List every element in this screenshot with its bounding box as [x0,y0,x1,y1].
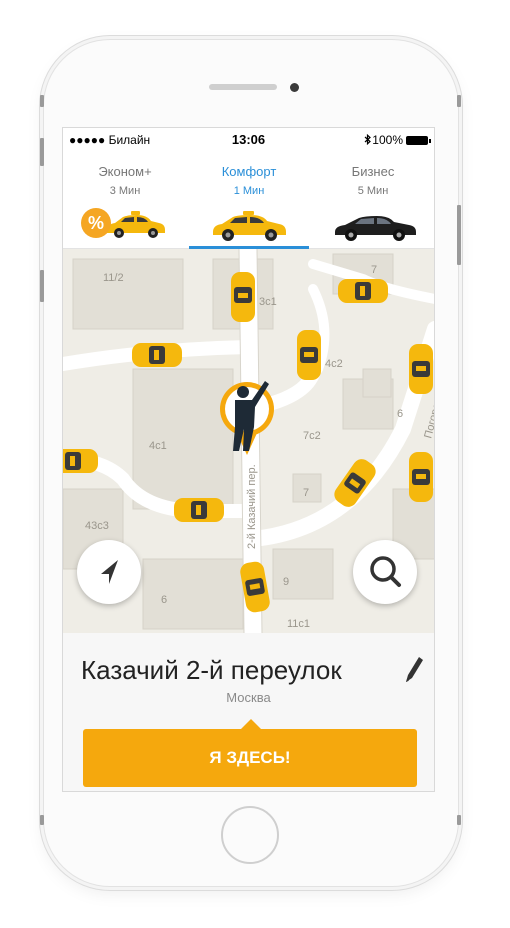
edit-pencil-icon[interactable] [402,655,424,685]
taxi-icon [338,279,388,303]
home-button[interactable] [221,806,279,864]
map-label: 4c2 [325,358,343,370]
street-label: 2-й Казачий пер. [246,464,258,549]
yellow-car-icon [213,211,286,241]
taxi-icon [63,449,98,473]
earpiece-speaker [209,84,277,90]
search-button[interactable] [353,540,417,604]
map-label: 11/2 [103,272,124,284]
battery-percent: 100% [372,133,403,147]
bottom-marker-right [457,815,461,825]
address-panel: Казачий 2-й переулок Москва Я ЗДЕСЬ! [63,633,434,791]
confirm-location-button[interactable]: Я ЗДЕСЬ! [83,729,417,787]
black-car-icon [335,216,416,241]
map-label: 4c1 [149,440,167,452]
taxi-icon [132,343,182,367]
power-button [457,95,461,107]
tab-comfort-eta: 1 Мин [233,185,265,197]
discount-badge: % [81,208,111,238]
status-bar: ●●●●● Билайн 13:06 100% [63,128,434,152]
mute-switch [40,95,44,107]
tab-business-name: Бизнес [351,164,395,179]
map-label: 7 [371,264,377,276]
tab-economy-eta: 3 Мин [109,185,141,197]
tab-business[interactable]: Бизнес 5 Мин [311,152,434,248]
tab-comfort-name: Комфорт [221,164,277,179]
map-label: 6 [161,594,167,606]
map-view[interactable]: 11/2 7 3c1 4c2 4c1 7c2 6 7 43c3 9 6 11c1… [63,249,434,633]
battery-indicator: 100% [364,133,431,147]
map-label: 6 [397,408,403,420]
map-label: 7 [303,487,309,499]
pickup-address[interactable]: Казачий 2-й переулок [81,655,342,686]
tariff-tabs: Эконом+ 3 Мин % Комфорт 1 Мин Бизнес 5 М… [63,152,434,249]
taxi-icon [174,498,224,522]
taxi-icon [409,452,433,502]
tab-economy-name: Эконом+ [98,164,152,179]
battery-icon [406,136,431,145]
taxi-icon [409,344,433,394]
map-label: 43c3 [85,520,109,532]
taxi-icon [297,330,321,380]
pickup-city: Москва [226,690,271,705]
map-label: 11c1 [287,618,310,630]
navigation-arrow-icon [101,560,118,584]
app-screen: ●●●●● Билайн 13:06 100% Эконом+ 3 Мин % … [62,127,435,792]
bottom-marker-left [40,815,44,825]
front-camera [290,83,299,92]
taxi-icon [231,272,255,322]
locate-me-button[interactable] [77,540,141,604]
map-label: 9 [283,576,289,588]
side-button [457,205,461,265]
tab-comfort[interactable]: Комфорт 1 Мин [187,152,311,249]
map-label: 7c2 [303,430,321,442]
volume-up-button [40,138,44,166]
map-label: 3c1 [259,296,277,308]
search-icon [370,556,401,587]
yellow-car-icon [107,211,165,238]
button-pointer [241,719,261,729]
tab-economy[interactable]: Эконом+ 3 Мин % [63,152,187,248]
volume-down-button [40,270,44,302]
tab-business-eta: 5 Мин [357,185,389,197]
